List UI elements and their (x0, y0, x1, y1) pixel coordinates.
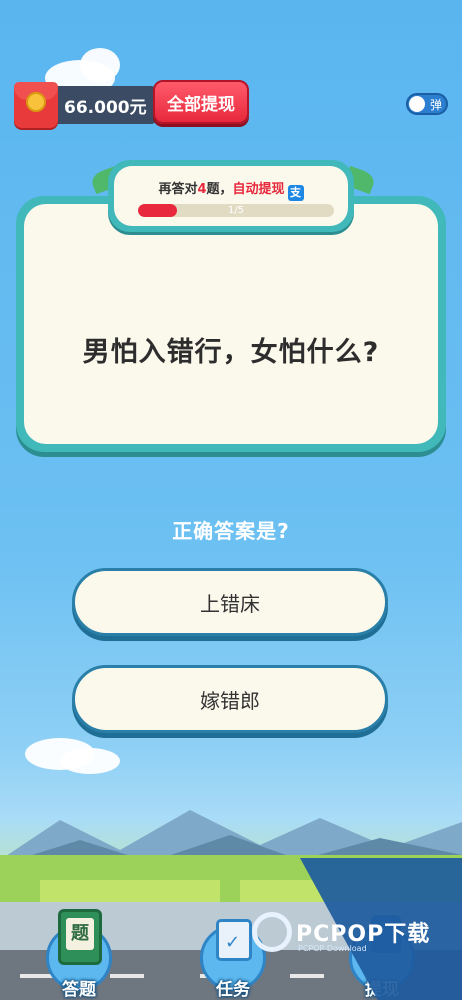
book-icon: 题 (58, 909, 102, 965)
progress-remaining: 4 (197, 182, 207, 197)
nav-answer-label: 答题 (62, 980, 96, 1000)
watermark-logo-icon (252, 912, 292, 952)
answer-option-2[interactable]: 嫁错郎 (72, 665, 388, 733)
question-card-inner: 男怕入错行，女怕什么? (24, 204, 438, 444)
progress-prefix: 再答对 (158, 182, 198, 197)
nav-answer[interactable]: 题 答题 (42, 905, 116, 1000)
progress-counter: 1/5 (227, 205, 245, 216)
red-envelope-icon (14, 82, 58, 128)
progress-text: 再答对4题，自动提现支 (114, 178, 348, 201)
withdraw-all-button[interactable]: 全部提现 (153, 80, 249, 124)
alipay-icon: 支 (287, 185, 304, 201)
question-card: 男怕入错行，女怕什么? (16, 196, 446, 452)
popup-toggle[interactable]: 弹 (406, 93, 448, 115)
question-text: 男怕入错行，女怕什么? (82, 337, 380, 368)
answer-prompt: 正确答案是? (172, 519, 290, 543)
progress-suffix: 题， (206, 182, 233, 197)
progress-bar: 1/5 (138, 204, 334, 217)
cloud (60, 748, 120, 774)
answer-option-1[interactable]: 上错床 (72, 568, 388, 636)
clipboard-check-icon: ✓ (216, 919, 252, 961)
nav-tasks-label: 任务 (216, 980, 250, 1000)
balance-display[interactable]: 66.000元 (14, 82, 157, 128)
watermark-subtext: PCPOP Download (298, 944, 367, 953)
toggle-label: 弹 (429, 98, 442, 112)
cloud (80, 48, 120, 82)
balance-amount: 66.000元 (52, 86, 157, 124)
toggle-knob (409, 96, 425, 112)
progress-panel: 再答对4题，自动提现支 1/5 (108, 160, 354, 232)
auto-withdraw-label: 自动提现 (232, 182, 285, 197)
